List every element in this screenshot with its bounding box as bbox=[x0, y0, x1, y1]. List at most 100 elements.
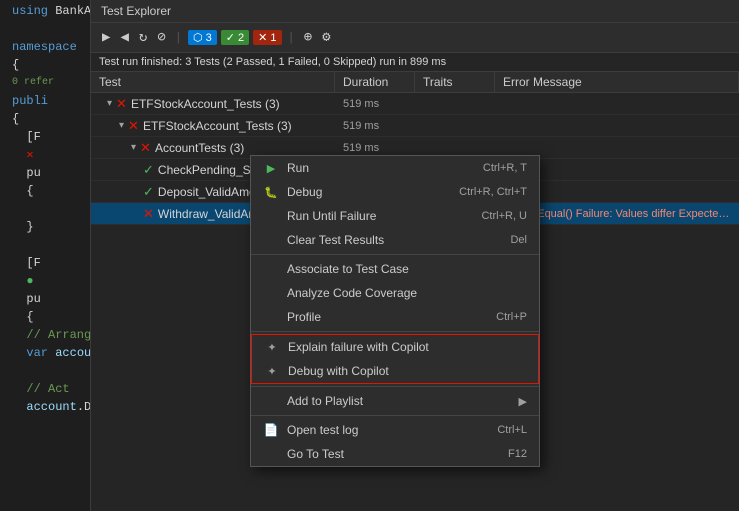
menu-item-associate[interactable]: Associate to Test Case bbox=[251, 257, 539, 281]
sep-2: | bbox=[288, 31, 295, 45]
test-label: AccountTests (3) bbox=[155, 141, 244, 155]
playlist-button[interactable]: ⊕ bbox=[301, 27, 315, 48]
code-line-12 bbox=[2, 200, 90, 218]
log-icon: 📄 bbox=[263, 423, 279, 437]
menu-item-goto[interactable]: Go To Test F12 bbox=[251, 442, 539, 466]
pass-icon: ✓ bbox=[143, 184, 154, 200]
code-line-3: namespace bbox=[2, 38, 90, 56]
code-line-18: { bbox=[2, 308, 90, 326]
expand-icon: ▾ bbox=[131, 142, 136, 153]
test-name-1: ▾ ✕ ETFStockAccount_Tests (3) bbox=[91, 96, 335, 112]
test-duration-1: 519 ms bbox=[335, 98, 415, 110]
run-menu-icon: ▶ bbox=[263, 162, 279, 175]
col-duration: Duration bbox=[335, 72, 415, 92]
menu-item-run-until-failure[interactable]: Run Until Failure Ctrl+R, U bbox=[251, 204, 539, 228]
table-row[interactable]: ▾ ✕ ETFStockAccount_Tests (3) 519 ms bbox=[91, 93, 739, 115]
menu-label-associate: Associate to Test Case bbox=[287, 262, 409, 276]
test-duration-3: 519 ms bbox=[335, 142, 415, 154]
code-line-15: [F bbox=[2, 254, 90, 272]
table-row[interactable]: ▾ ✕ ETFStockAccount_Tests (3) 519 ms bbox=[91, 115, 739, 137]
shortcut-log: Ctrl+L bbox=[497, 424, 527, 436]
shortcut-run: Ctrl+R, T bbox=[483, 162, 527, 174]
code-line-23: account.Deposit(200); bbox=[2, 398, 90, 416]
pass-icon: ✓ bbox=[143, 162, 154, 178]
toolbar: ▶ ◀ ↻ ⊘ | ⬡ 3 ✓ 2 ✕ 1 | ⊕ ⚙ bbox=[91, 23, 739, 53]
run-button[interactable]: ▶ bbox=[99, 27, 113, 48]
test-name-3: ▾ ✕ AccountTests (3) bbox=[91, 140, 335, 156]
badge-total[interactable]: ⬡ 3 bbox=[188, 30, 217, 45]
menu-item-run[interactable]: ▶ Run Ctrl+R, T bbox=[251, 156, 539, 180]
refresh-button[interactable]: ↻ bbox=[136, 27, 150, 48]
col-error: Error Message bbox=[495, 72, 739, 92]
badge-passed[interactable]: ✓ 2 bbox=[221, 30, 249, 45]
expand-icon: ▾ bbox=[107, 98, 112, 109]
arrow-playlist: ▶ bbox=[519, 395, 527, 408]
menu-item-explain-copilot[interactable]: ✦ Explain failure with Copilot bbox=[252, 335, 538, 359]
copilot-icon-2: ✦ bbox=[264, 365, 280, 378]
code-line-22: // Act bbox=[2, 380, 90, 398]
copilot-section: ✦ Explain failure with Copilot ✦ Debug w… bbox=[251, 334, 539, 384]
fail-icon: ✕ bbox=[116, 96, 127, 112]
shortcut-clear: Del bbox=[510, 234, 527, 246]
menu-item-analyze[interactable]: Analyze Code Coverage bbox=[251, 281, 539, 305]
menu-item-open-log[interactable]: 📄 Open test log Ctrl+L bbox=[251, 418, 539, 442]
shortcut-run-until: Ctrl+R, U bbox=[481, 210, 527, 222]
expand-icon: ▾ bbox=[119, 120, 124, 131]
code-line-2 bbox=[2, 20, 90, 38]
code-line-14 bbox=[2, 236, 90, 254]
menu-separator-2 bbox=[251, 331, 539, 332]
menu-item-debug-copilot[interactable]: ✦ Debug with Copilot bbox=[252, 359, 538, 383]
panel-title: Test Explorer bbox=[91, 0, 739, 23]
test-name-2: ▾ ✕ ETFStockAccount_Tests (3) bbox=[91, 118, 335, 134]
menu-label-log: Open test log bbox=[287, 423, 358, 437]
code-line-13: } bbox=[2, 218, 90, 236]
shortcut-profile: Ctrl+P bbox=[496, 311, 527, 323]
debug-menu-icon: 🐛 bbox=[263, 186, 279, 199]
code-line-5: 0 refer bbox=[2, 74, 90, 92]
menu-separator-4 bbox=[251, 415, 539, 416]
code-line-8: [F bbox=[2, 128, 90, 146]
code-line-16: ● bbox=[2, 272, 90, 290]
copilot-icon-1: ✦ bbox=[264, 341, 280, 354]
menu-label-analyze: Analyze Code Coverage bbox=[287, 286, 417, 300]
code-line-20: var account = new Acc bbox=[2, 344, 90, 362]
shortcut-goto: F12 bbox=[508, 448, 527, 460]
context-menu: ▶ Run Ctrl+R, T 🐛 Debug Ctrl+R, Ctrl+T R… bbox=[250, 155, 540, 467]
menu-label-clear: Clear Test Results bbox=[287, 233, 384, 247]
code-line-9: ✕ bbox=[2, 146, 90, 164]
code-line-1: using BankAccountNS: bbox=[2, 2, 90, 20]
menu-separator-3 bbox=[251, 386, 539, 387]
status-bar: Test run finished: 3 Tests (2 Passed, 1 … bbox=[91, 53, 739, 72]
menu-label-goto: Go To Test bbox=[287, 447, 344, 461]
code-line-7: { bbox=[2, 110, 90, 128]
menu-label-profile: Profile bbox=[287, 310, 321, 324]
code-line-21 bbox=[2, 362, 90, 380]
menu-label-playlist: Add to Playlist bbox=[287, 394, 363, 408]
menu-item-profile[interactable]: Profile Ctrl+P bbox=[251, 305, 539, 329]
fail-icon: ✕ bbox=[143, 206, 154, 222]
fail-icon: ✕ bbox=[128, 118, 139, 134]
filter-button[interactable]: ⊘ bbox=[154, 27, 168, 48]
menu-label-run: Run bbox=[287, 161, 309, 175]
menu-item-debug[interactable]: 🐛 Debug Ctrl+R, Ctrl+T bbox=[251, 180, 539, 204]
code-line-10: pu bbox=[2, 164, 90, 182]
sep-1: | bbox=[175, 31, 182, 45]
test-duration-2: 519 ms bbox=[335, 120, 415, 132]
test-label: ETFStockAccount_Tests (3) bbox=[143, 119, 292, 133]
code-line-17: pu bbox=[2, 290, 90, 308]
menu-label-explain: Explain failure with Copilot bbox=[288, 340, 429, 354]
menu-label-debug: Debug bbox=[287, 185, 322, 199]
menu-label-run-until: Run Until Failure bbox=[287, 209, 376, 223]
menu-item-playlist[interactable]: Add to Playlist ▶ bbox=[251, 389, 539, 413]
menu-separator-1 bbox=[251, 254, 539, 255]
code-line-6: publi bbox=[2, 92, 90, 110]
shortcut-debug: Ctrl+R, Ctrl+T bbox=[459, 186, 527, 198]
options-button[interactable]: ⚙ bbox=[319, 27, 333, 48]
table-header: Test Duration Traits Error Message bbox=[91, 72, 739, 93]
code-line-11: { bbox=[2, 182, 90, 200]
back-button[interactable]: ◀ bbox=[117, 27, 131, 48]
menu-item-clear[interactable]: Clear Test Results Del bbox=[251, 228, 539, 252]
fail-icon: ✕ bbox=[140, 140, 151, 156]
code-line-19: // Arrange bbox=[2, 326, 90, 344]
badge-failed[interactable]: ✕ 1 bbox=[253, 30, 281, 45]
